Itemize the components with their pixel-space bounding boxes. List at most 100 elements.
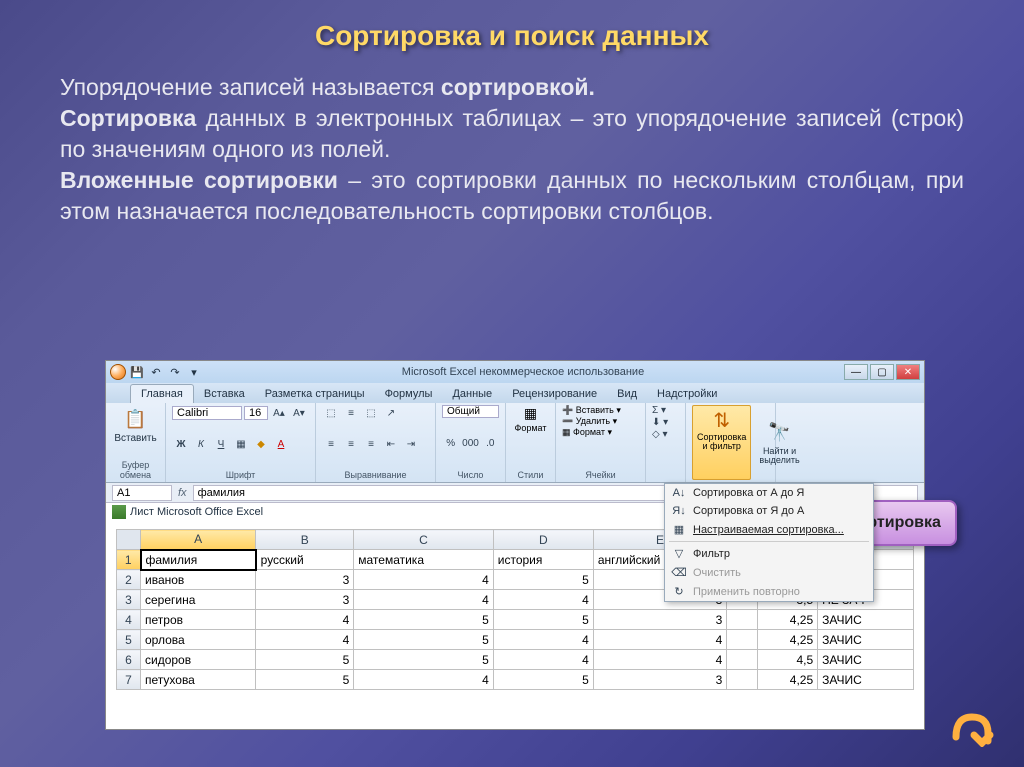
col-D[interactable]: D — [493, 530, 593, 550]
p3a: Вложенные сортировки — [60, 167, 338, 193]
cells-format-button[interactable]: ▦ Формат ▾ — [562, 427, 639, 438]
sort-dropdown: A↓Сортировка от А до Я Я↓Сортировка от Я… — [664, 483, 874, 602]
orientation-icon[interactable]: ↗ — [382, 405, 400, 421]
custom-sort-icon: ▦ — [671, 523, 687, 536]
sort-az-icon: A↓ — [671, 487, 687, 499]
indent-inc-icon[interactable]: ⇥ — [402, 437, 420, 453]
group-styles: Стили — [512, 470, 549, 480]
group-cells: Ячейки — [562, 470, 639, 480]
align-top-icon[interactable]: ⬚ — [322, 405, 340, 421]
name-box[interactable]: A1 — [112, 485, 172, 501]
p1a: Упорядочение записей называется — [60, 74, 441, 100]
clear-filter-icon: ⌫ — [671, 566, 687, 579]
qat-more-icon[interactable]: ▾ — [186, 364, 202, 380]
clipboard-icon: 📋 — [124, 407, 148, 431]
fill-color-icon[interactable]: ◆ — [252, 437, 270, 453]
autosum-icon[interactable]: Σ ▾ — [652, 405, 679, 416]
group-clipboard: Буфер обмена — [112, 460, 159, 480]
tab-review[interactable]: Рецензирование — [502, 385, 607, 403]
col-B[interactable]: B — [256, 530, 354, 550]
cells-insert-button[interactable]: ➕ Вставить ▾ — [562, 405, 639, 416]
p2b: данных в электронных таблицах – это упор… — [60, 105, 964, 162]
row-1-hdr[interactable]: 1 — [117, 550, 141, 570]
undo-icon[interactable]: ↶ — [148, 364, 164, 380]
paste-button[interactable]: 📋 Вставить — [112, 405, 159, 446]
u-turn-arrow-icon — [944, 707, 994, 747]
group-align: Выравнивание — [322, 470, 429, 480]
sort-filter-icon: ⇅ — [713, 408, 730, 433]
dd-filter[interactable]: ▽Фильтр — [665, 544, 873, 563]
tab-view[interactable]: Вид — [607, 385, 647, 403]
office-orb-icon[interactable] — [110, 364, 126, 380]
align-mid-icon[interactable]: ≡ — [342, 405, 360, 421]
dd-separator — [669, 541, 869, 542]
format-label: Формат — [515, 423, 547, 433]
save-icon[interactable]: 💾 — [129, 364, 145, 380]
percent-icon[interactable]: % — [442, 435, 460, 451]
font-size-select[interactable]: 16 — [244, 406, 268, 420]
table-row: 4петров45534,25ЗАЧИС — [117, 610, 914, 630]
cells-delete-button[interactable]: ➖ Удалить ▾ — [562, 416, 639, 427]
col-A[interactable]: A — [141, 530, 256, 550]
workbook-title: Лист Microsoft Office Excel — [112, 505, 263, 519]
sort-filter-label: Сортировка и фильтр — [697, 433, 746, 451]
align-left-icon[interactable]: ≡ — [322, 437, 340, 453]
dd-reapply: ↻Применить повторно — [665, 582, 873, 601]
slide-body: Упорядочение записей называется сортиров… — [0, 52, 1024, 237]
align-center-icon[interactable]: ≡ — [342, 437, 360, 453]
italic-button[interactable]: К — [192, 437, 210, 453]
bold-button[interactable]: Ж — [172, 437, 190, 453]
ribbon-tabs: Главная Вставка Разметка страницы Формул… — [106, 383, 924, 403]
cond-format-icon[interactable]: ▦ — [524, 405, 537, 422]
fill-icon[interactable]: ⬇ ▾ — [652, 417, 679, 428]
cell-C1[interactable]: математика — [354, 550, 494, 570]
minimize-button[interactable]: — — [844, 364, 868, 380]
grow-font-icon[interactable]: A▴ — [270, 405, 288, 421]
underline-button[interactable]: Ч — [212, 437, 230, 453]
select-all-corner[interactable] — [117, 530, 141, 550]
group-font: Шрифт — [172, 470, 309, 480]
comma-icon[interactable]: 000 — [462, 435, 480, 451]
table-row: 7петухова54534,25ЗАЧИС — [117, 670, 914, 690]
p2a: Сортировка — [60, 105, 196, 131]
paste-label: Вставить — [114, 433, 156, 444]
clear-icon[interactable]: ◇ ▾ — [652, 429, 679, 440]
sort-za-icon: Я↓ — [671, 505, 687, 517]
titlebar: 💾 ↶ ↷ ▾ Microsoft Excel некоммерческое и… — [106, 361, 924, 383]
cell-D1[interactable]: история — [493, 550, 593, 570]
reapply-icon: ↻ — [671, 585, 687, 598]
tab-layout[interactable]: Разметка страницы — [255, 385, 375, 403]
dd-sort-az[interactable]: A↓Сортировка от А до Я — [665, 484, 873, 502]
slide-title: Сортировка и поиск данных — [0, 0, 1024, 52]
close-button[interactable]: ✕ — [896, 364, 920, 380]
dd-sort-za[interactable]: Я↓Сортировка от Я до А — [665, 502, 873, 520]
table-row: 5орлова45444,25ЗАЧИС — [117, 630, 914, 650]
tab-home[interactable]: Главная — [130, 384, 194, 403]
fx-icon[interactable]: fx — [178, 487, 187, 499]
tab-insert[interactable]: Вставка — [194, 385, 255, 403]
dd-clear: ⌫Очистить — [665, 563, 873, 582]
group-number: Число — [442, 470, 499, 480]
back-arrow-button[interactable] — [944, 707, 994, 747]
tab-addins[interactable]: Надстройки — [647, 385, 727, 403]
maximize-button[interactable]: ▢ — [870, 364, 894, 380]
align-right-icon[interactable]: ≡ — [362, 437, 380, 453]
dd-custom-sort[interactable]: ▦Настраиваемая сортировка... — [665, 520, 873, 539]
cell-B1[interactable]: русский — [256, 550, 354, 570]
align-bot-icon[interactable]: ⬚ — [362, 405, 380, 421]
number-format-select[interactable]: Общий — [442, 405, 499, 418]
cell-A1[interactable]: фамилия — [141, 550, 256, 570]
col-C[interactable]: C — [354, 530, 494, 550]
font-name-select[interactable]: Calibri — [172, 406, 242, 420]
tab-data[interactable]: Данные — [442, 385, 502, 403]
shrink-font-icon[interactable]: A▾ — [290, 405, 308, 421]
border-icon[interactable]: ▦ — [232, 437, 250, 453]
indent-dec-icon[interactable]: ⇤ — [382, 437, 400, 453]
font-color-icon[interactable]: A — [272, 437, 290, 453]
inc-dec-icon[interactable]: .0 — [482, 435, 500, 451]
redo-icon[interactable]: ↷ — [167, 364, 183, 380]
find-button[interactable]: 🔭 Найти и выделить — [755, 405, 803, 480]
tab-formulas[interactable]: Формулы — [375, 385, 443, 403]
p1b: сортировкой. — [441, 74, 595, 100]
sort-filter-button[interactable]: ⇅ Сортировка и фильтр — [692, 405, 751, 480]
